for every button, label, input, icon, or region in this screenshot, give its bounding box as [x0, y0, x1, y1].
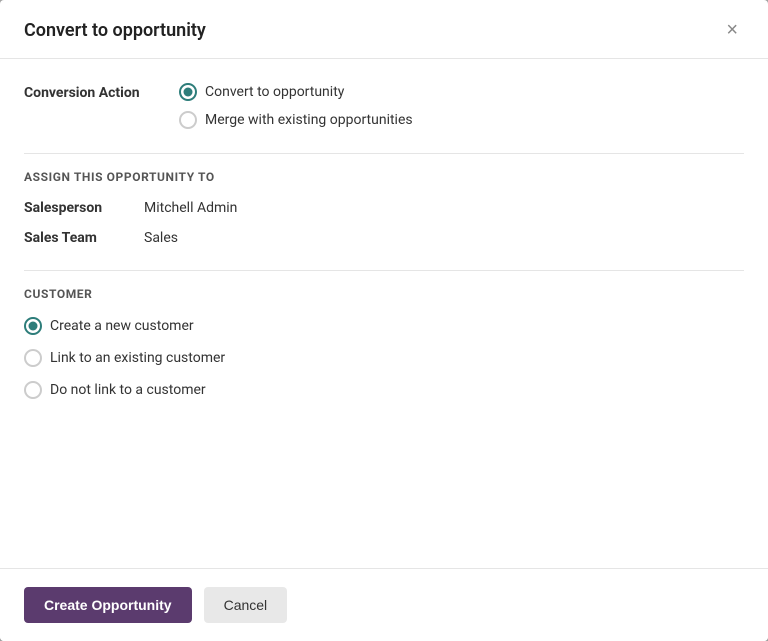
- modal-overlay: Convert to opportunity × Conversion Acti…: [0, 0, 768, 641]
- conversion-action-radio-group: Convert to opportunity Merge with existi…: [179, 83, 413, 129]
- customer-section: CUSTOMER Create a new customer Link to a…: [24, 270, 744, 399]
- salesperson-row: Salesperson Mitchell Admin: [24, 200, 744, 216]
- radio-option-merge[interactable]: Merge with existing opportunities: [179, 111, 413, 129]
- assign-heading: ASSIGN THIS OPPORTUNITY TO: [24, 170, 744, 184]
- customer-heading: CUSTOMER: [24, 287, 744, 301]
- radio-merge-label: Merge with existing opportunities: [205, 112, 413, 128]
- assign-divider: [24, 153, 744, 154]
- modal-footer: Create Opportunity Cancel: [0, 568, 768, 641]
- modal-dialog: Convert to opportunity × Conversion Acti…: [0, 0, 768, 641]
- radio-existing-customer[interactable]: [24, 349, 42, 367]
- create-opportunity-button[interactable]: Create Opportunity: [24, 587, 192, 623]
- customer-radio-group: Create a new customer Link to an existin…: [24, 317, 744, 399]
- conversion-action-label: Conversion Action: [24, 83, 179, 101]
- radio-existing-customer-label: Link to an existing customer: [50, 350, 225, 366]
- radio-convert-label: Convert to opportunity: [205, 84, 344, 100]
- assign-section: ASSIGN THIS OPPORTUNITY TO Salesperson M…: [24, 153, 744, 246]
- salesperson-value: Mitchell Admin: [144, 200, 237, 216]
- modal-title: Convert to opportunity: [24, 20, 206, 41]
- radio-option-convert[interactable]: Convert to opportunity: [179, 83, 413, 101]
- radio-option-existing-customer[interactable]: Link to an existing customer: [24, 349, 744, 367]
- close-button[interactable]: ×: [720, 18, 744, 42]
- sales-team-value: Sales: [144, 230, 178, 246]
- salesperson-label: Salesperson: [24, 200, 144, 216]
- radio-new-customer[interactable]: [24, 317, 42, 335]
- conversion-action-row: Conversion Action Convert to opportunity…: [24, 83, 744, 129]
- radio-no-customer-label: Do not link to a customer: [50, 382, 206, 398]
- sales-team-label: Sales Team: [24, 230, 144, 246]
- sales-team-row: Sales Team Sales: [24, 230, 744, 246]
- modal-header: Convert to opportunity ×: [0, 0, 768, 59]
- radio-merge[interactable]: [179, 111, 197, 129]
- radio-convert[interactable]: [179, 83, 197, 101]
- radio-option-new-customer[interactable]: Create a new customer: [24, 317, 744, 335]
- modal-body: Conversion Action Convert to opportunity…: [0, 59, 768, 568]
- radio-new-customer-label: Create a new customer: [50, 318, 194, 334]
- radio-option-no-customer[interactable]: Do not link to a customer: [24, 381, 744, 399]
- customer-divider: [24, 270, 744, 271]
- radio-no-customer[interactable]: [24, 381, 42, 399]
- cancel-button[interactable]: Cancel: [204, 587, 288, 623]
